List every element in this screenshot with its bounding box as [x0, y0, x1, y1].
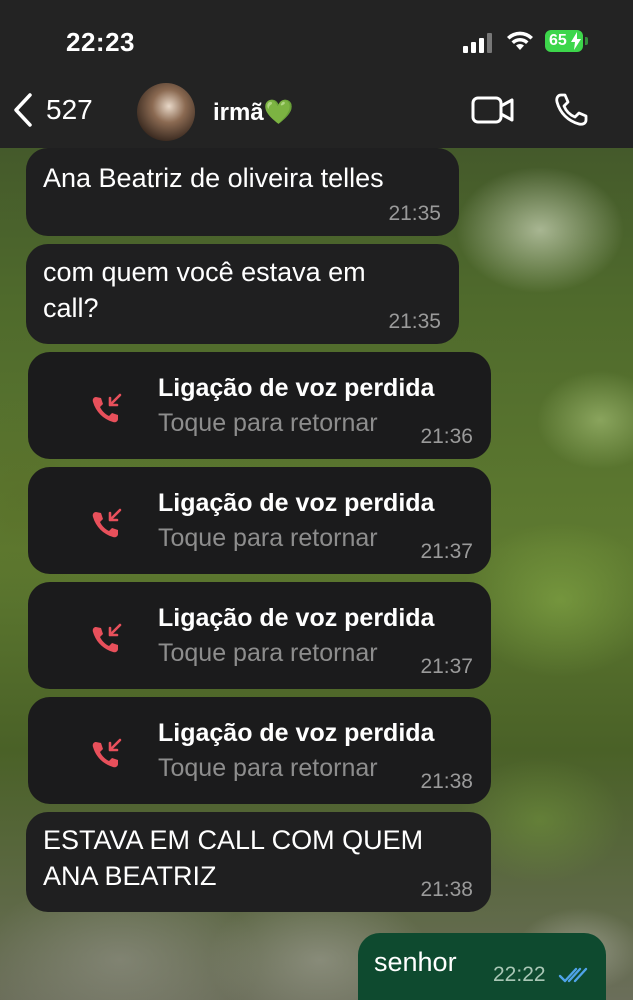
call-subtitle: Toque para retornar [158, 754, 378, 782]
double-check-icon [558, 967, 588, 983]
signal-icon [463, 33, 492, 53]
incoming-message[interactable]: Ana Beatriz de oliveira telles 21:35 [26, 148, 459, 236]
chat-header: 527 irmã💚 [0, 80, 633, 148]
message-text: ESTAVA EM CALL COM QUEM ANA BEATRIZ [43, 825, 424, 891]
outgoing-message[interactable]: senhor 22:22 [358, 933, 606, 1000]
wifi-icon [507, 31, 533, 50]
message-time: 21:35 [388, 310, 441, 333]
incoming-message[interactable]: com quem você estava em call? 21:35 [26, 244, 459, 344]
avatar[interactable] [137, 83, 195, 141]
message-text: senhor [374, 947, 457, 977]
missed-call-message[interactable]: Ligação de voz perdida Toque para retorn… [28, 467, 491, 574]
missed-call-icon [92, 738, 122, 768]
call-subtitle: Toque para retornar [158, 639, 378, 667]
contact-name[interactable]: irmã💚 [213, 98, 294, 127]
back-button[interactable]: 527 [12, 92, 93, 128]
unread-count: 527 [46, 94, 93, 125]
call-title: Ligação de voz perdida [158, 374, 435, 402]
chevron-left-icon [14, 93, 32, 127]
bolt-icon [571, 32, 581, 50]
video-camera-icon[interactable] [470, 93, 516, 127]
call-title: Ligação de voz perdida [158, 489, 435, 517]
call-title: Ligação de voz perdida [158, 604, 435, 632]
missed-call-icon [92, 508, 122, 538]
call-subtitle: Toque para retornar [158, 409, 378, 437]
missed-call-icon [92, 623, 122, 653]
battery-indicator: 65 [545, 30, 583, 52]
message-time: 21:38 [420, 878, 473, 901]
call-subtitle: Toque para retornar [158, 524, 378, 552]
message-time: 22:22 [493, 963, 546, 986]
missed-call-message[interactable]: Ligação de voz perdida Toque para retorn… [28, 582, 491, 689]
call-title: Ligação de voz perdida [158, 719, 435, 747]
message-time: 21:37 [420, 655, 473, 678]
missed-call-message[interactable]: Ligação de voz perdida Toque para retorn… [28, 352, 491, 459]
message-time: 21:35 [388, 202, 441, 225]
phone-icon[interactable] [553, 92, 589, 128]
missed-call-icon [92, 393, 122, 423]
battery-level: 65 [549, 32, 567, 49]
message-time: 21:37 [420, 540, 473, 563]
status-time: 22:23 [66, 27, 135, 57]
message-time: 21:36 [420, 425, 473, 448]
message-text: com quem você estava em call? [43, 257, 366, 323]
status-bar: 22:23 65 [0, 0, 633, 80]
message-time: 21:38 [420, 770, 473, 793]
battery-cap [585, 37, 588, 45]
message-text: Ana Beatriz de oliveira telles [43, 163, 384, 193]
missed-call-message[interactable]: Ligação de voz perdida Toque para retorn… [28, 697, 491, 804]
incoming-message[interactable]: ESTAVA EM CALL COM QUEM ANA BEATRIZ 21:3… [26, 812, 491, 912]
